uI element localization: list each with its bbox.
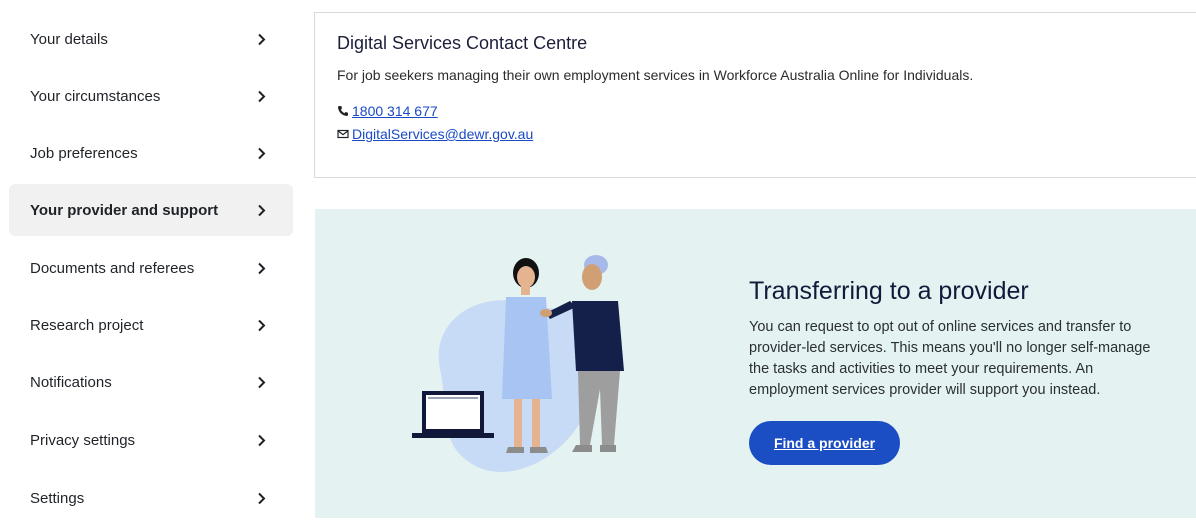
sidebar-item-settings[interactable]: Settings	[9, 472, 293, 524]
sidebar-item-your-provider-and-support[interactable]: Your provider and support	[9, 184, 293, 236]
contact-description: For job seekers managing their own emplo…	[337, 67, 974, 83]
sidebar-item-research-project[interactable]: Research project	[9, 299, 293, 351]
contact-card: Digital Services Contact Centre For job …	[314, 12, 1196, 178]
transfer-title: Transferring to a provider	[749, 277, 1029, 305]
sidebar-item-job-preferences[interactable]: Job preferences	[9, 127, 293, 179]
sidebar-item-label: Research project	[30, 316, 144, 334]
chevron-right-icon	[254, 318, 268, 332]
chevron-right-icon	[254, 146, 268, 160]
sidebar-item-label: Your circumstances	[30, 87, 161, 105]
people-illustration	[410, 249, 650, 479]
sidebar-item-label: Your provider and support	[30, 201, 219, 219]
email-link[interactable]: DigitalServices@dewr.gov.au	[352, 126, 533, 142]
contact-title: Digital Services Contact Centre	[337, 33, 588, 53]
contact-email-row: DigitalServices@dewr.gov.au	[337, 126, 533, 142]
sidebar-item-your-details[interactable]: Your details	[9, 13, 293, 65]
sidebar-item-label: Your details	[30, 30, 108, 48]
chevron-right-icon	[254, 433, 268, 447]
mail-icon	[337, 128, 349, 140]
sidebar-item-label: Documents and referees	[30, 259, 195, 277]
chevron-right-icon	[254, 491, 268, 505]
transfer-panel: Transferring to a provider You can reque…	[315, 209, 1196, 518]
sidebar-item-privacy-settings[interactable]: Privacy settings	[9, 414, 293, 466]
chevron-right-icon	[254, 203, 268, 217]
sidebar-nav: Your details Your circumstances Job pref…	[0, 0, 300, 518]
chevron-right-icon	[254, 261, 268, 275]
sidebar-item-label: Privacy settings	[30, 431, 136, 449]
sidebar-item-notifications[interactable]: Notifications	[9, 356, 293, 408]
sidebar-item-label: Job preferences	[30, 144, 138, 162]
sidebar-item-documents-and-referees[interactable]: Documents and referees	[9, 242, 293, 294]
sidebar-item-your-circumstances[interactable]: Your circumstances	[9, 70, 293, 122]
sidebar-item-label: Settings	[30, 489, 85, 507]
sidebar-item-label: Notifications	[30, 373, 112, 391]
chevron-right-icon	[254, 375, 268, 389]
find-provider-button[interactable]: Find a provider	[749, 421, 900, 465]
transfer-description: You can request to opt out of online ser…	[749, 319, 1151, 398]
chevron-right-icon	[254, 32, 268, 46]
chevron-right-icon	[254, 89, 268, 103]
contact-phone-row: 1800 314 677	[337, 103, 438, 119]
phone-link[interactable]: 1800 314 677	[352, 103, 438, 119]
phone-icon	[337, 105, 349, 117]
